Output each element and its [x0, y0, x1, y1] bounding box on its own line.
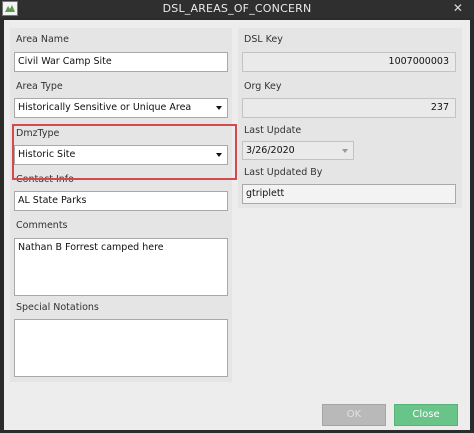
- contact-info-label: Contact Info: [16, 174, 74, 185]
- chevron-down-icon: [342, 149, 348, 153]
- comments-label: Comments: [16, 220, 68, 231]
- last-update-value: 3/26/2020: [246, 145, 295, 156]
- area-name-label: Area Name: [16, 34, 69, 45]
- dialog-body: Area Name Civil War Camp Site Area Type …: [4, 20, 470, 430]
- window-title: DSL_AREAS_OF_CONCERN: [162, 2, 312, 15]
- last-updated-by-field: gtriplett: [242, 184, 456, 204]
- special-notations-textarea[interactable]: [14, 319, 228, 377]
- comments-textarea[interactable]: Nathan B Forrest camped here: [14, 238, 228, 296]
- area-type-value: Historically Sensitive or Unique Area: [18, 102, 192, 113]
- dmz-type-label: DmzType: [16, 128, 60, 139]
- ok-button[interactable]: OK: [322, 404, 386, 426]
- close-icon[interactable]: ✕: [450, 1, 466, 16]
- area-type-select[interactable]: Historically Sensitive or Unique Area: [14, 98, 228, 118]
- dmz-type-select[interactable]: Historic Site: [14, 145, 228, 165]
- close-button[interactable]: Close: [394, 404, 458, 426]
- left-panel: Area Name Civil War Camp Site Area Type …: [10, 28, 232, 382]
- org-key-field: 237: [242, 98, 456, 118]
- chevron-down-icon[interactable]: [216, 153, 222, 157]
- area-name-input[interactable]: Civil War Camp Site: [14, 52, 228, 72]
- org-key-label: Org Key: [244, 81, 282, 92]
- special-notations-label: Special Notations: [16, 302, 99, 313]
- title-bar: DSL_AREAS_OF_CONCERN ✕: [0, 0, 474, 18]
- dsl-key-field: 1007000003: [242, 52, 456, 72]
- last-update-label: Last Update: [244, 125, 302, 136]
- dsl-key-label: DSL Key: [244, 34, 283, 45]
- last-update-select: 3/26/2020: [242, 141, 354, 160]
- dmz-type-value: Historic Site: [18, 149, 76, 160]
- contact-info-input[interactable]: AL State Parks: [14, 191, 228, 211]
- chevron-down-icon[interactable]: [216, 106, 222, 110]
- last-updated-by-label: Last Updated By: [244, 167, 323, 178]
- area-type-label: Area Type: [16, 81, 63, 92]
- right-panel: DSL Key 1007000003 Org Key 237 Last Upda…: [238, 28, 462, 208]
